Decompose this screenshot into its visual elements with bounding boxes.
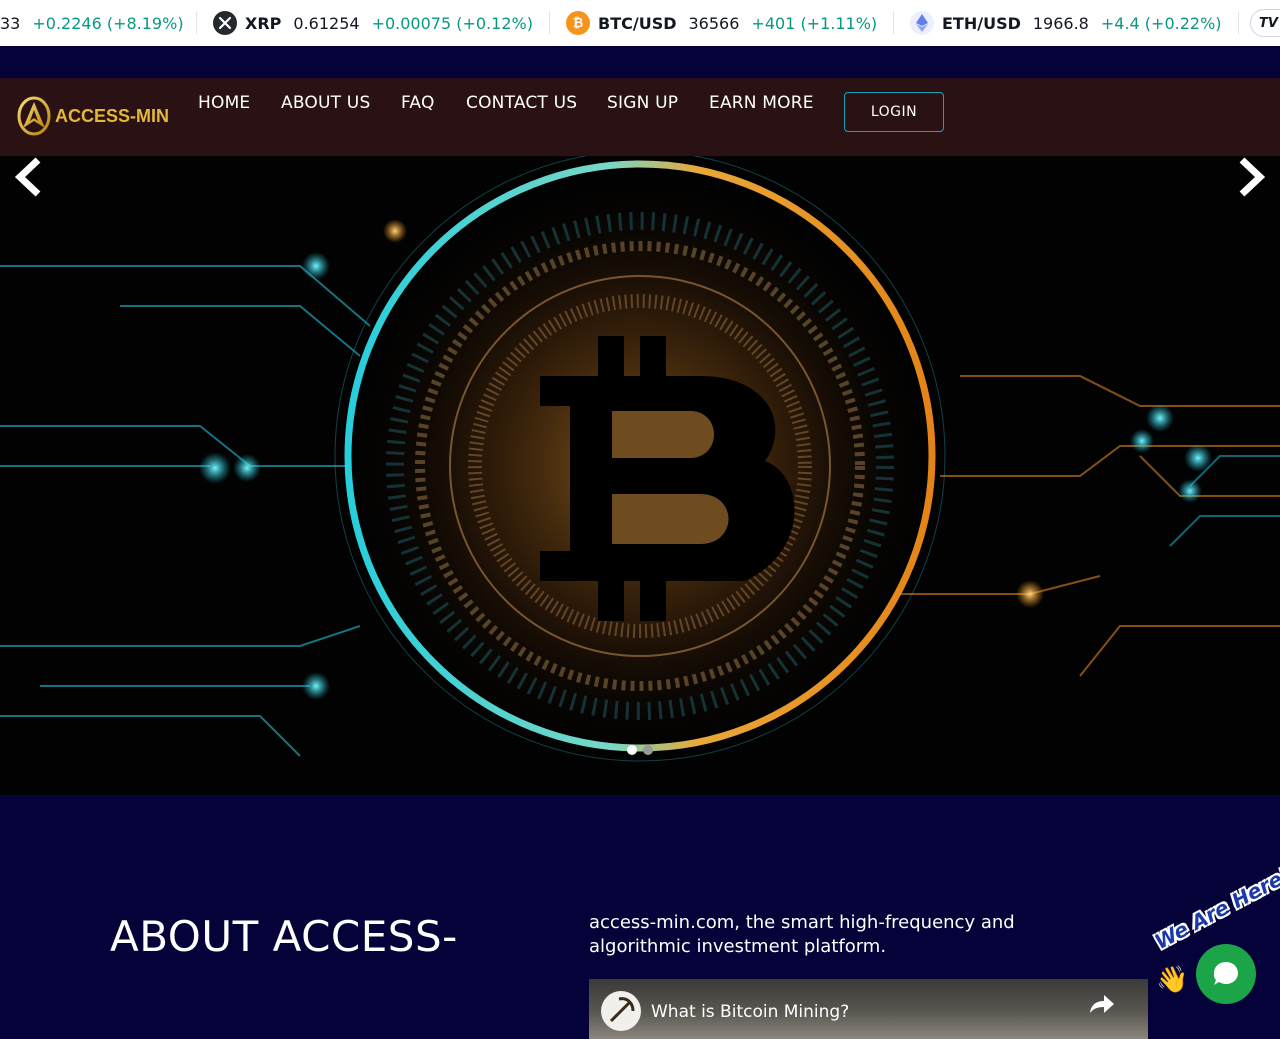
xrp-icon — [213, 11, 237, 35]
logo-text: ACCESS-MIN — [55, 105, 170, 126]
site-logo[interactable]: ACCESS-MIN — [17, 96, 169, 136]
ticker-change: +401 (+1.11%) — [751, 13, 878, 33]
ticker-item-xrp[interactable]: XRP 0.61254 +0.00075 (+0.12%) — [213, 0, 533, 46]
pickaxe-icon — [609, 997, 635, 1023]
nav-earn-more[interactable]: EARN MORE — [709, 93, 814, 113]
ethereum-icon — [910, 11, 934, 35]
ticker-item-partial[interactable]: 33 +0.2246 (+8.19%) — [0, 0, 184, 46]
login-button[interactable]: LOGIN — [844, 92, 944, 132]
ticker-symbol: ETH/USD — [942, 13, 1021, 33]
carousel-indicator-2[interactable] — [643, 745, 653, 755]
bitcoin-hero-image — [0, 156, 1280, 795]
logo-emblem-icon — [17, 96, 51, 136]
ticker-change: +4.4 (+0.22%) — [1100, 13, 1222, 33]
chevron-left-icon[interactable] — [10, 156, 50, 198]
ticker-change: +0.00075 (+0.12%) — [371, 13, 533, 33]
video-title[interactable]: What is Bitcoin Mining? — [651, 1002, 849, 1022]
ticker-item-btc[interactable]: ₿ BTC/USD 36566 +401 (+1.11%) — [566, 0, 877, 46]
channel-avatar[interactable] — [601, 991, 641, 1031]
waving-hand-icon: 👋 — [1156, 965, 1189, 995]
about-intro-text: access-min.com, the smart high-frequency… — [589, 912, 1015, 957]
chat-button[interactable] — [1196, 944, 1256, 1004]
chat-bubble-icon — [1214, 962, 1238, 985]
ticker-price: 33 — [0, 13, 21, 33]
share-icon[interactable] — [1089, 993, 1115, 1015]
crypto-ticker-bar: 33 +0.2246 (+8.19%) XRP 0.61254 +0.00075… — [0, 0, 1280, 47]
ticker-price: 1966.8 — [1032, 13, 1089, 33]
video-embed[interactable]: What is Bitcoin Mining? — [589, 979, 1148, 1039]
ticker-symbol: BTC/USD — [598, 13, 677, 33]
nav-sign-up[interactable]: SIGN UP — [607, 93, 678, 113]
ticker-divider — [1238, 12, 1239, 34]
chevron-right-icon[interactable] — [1230, 156, 1270, 198]
main-navbar — [0, 78, 1280, 156]
ticker-divider — [549, 12, 550, 34]
nav-about-us[interactable]: ABOUT US — [281, 93, 370, 113]
carousel-indicator-1[interactable] — [627, 745, 637, 755]
ticker-price: 36566 — [688, 13, 740, 33]
ticker-divider — [893, 12, 894, 34]
nav-contact-us[interactable]: CONTACT US — [466, 93, 577, 113]
ticker-item-eth[interactable]: ETH/USD 1966.8 +4.4 (+0.22%) — [910, 0, 1222, 46]
nav-faq[interactable]: FAQ — [401, 93, 435, 113]
about-heading: ABOUT ACCESS- — [110, 912, 458, 961]
chat-badge-text[interactable]: We Are Here! — [1151, 862, 1280, 954]
nav-home[interactable]: HOME — [198, 93, 250, 113]
ticker-symbol: XRP — [245, 13, 282, 33]
ticker-change: +0.2246 (+8.19%) — [32, 13, 184, 33]
top-spacer — [0, 46, 1280, 78]
bitcoin-icon: ₿ — [566, 11, 590, 35]
ticker-divider — [196, 12, 197, 34]
hero-carousel — [0, 156, 1280, 795]
ticker-price: 0.61254 — [293, 13, 360, 33]
tradingview-logo[interactable]: TV — [1250, 9, 1280, 37]
